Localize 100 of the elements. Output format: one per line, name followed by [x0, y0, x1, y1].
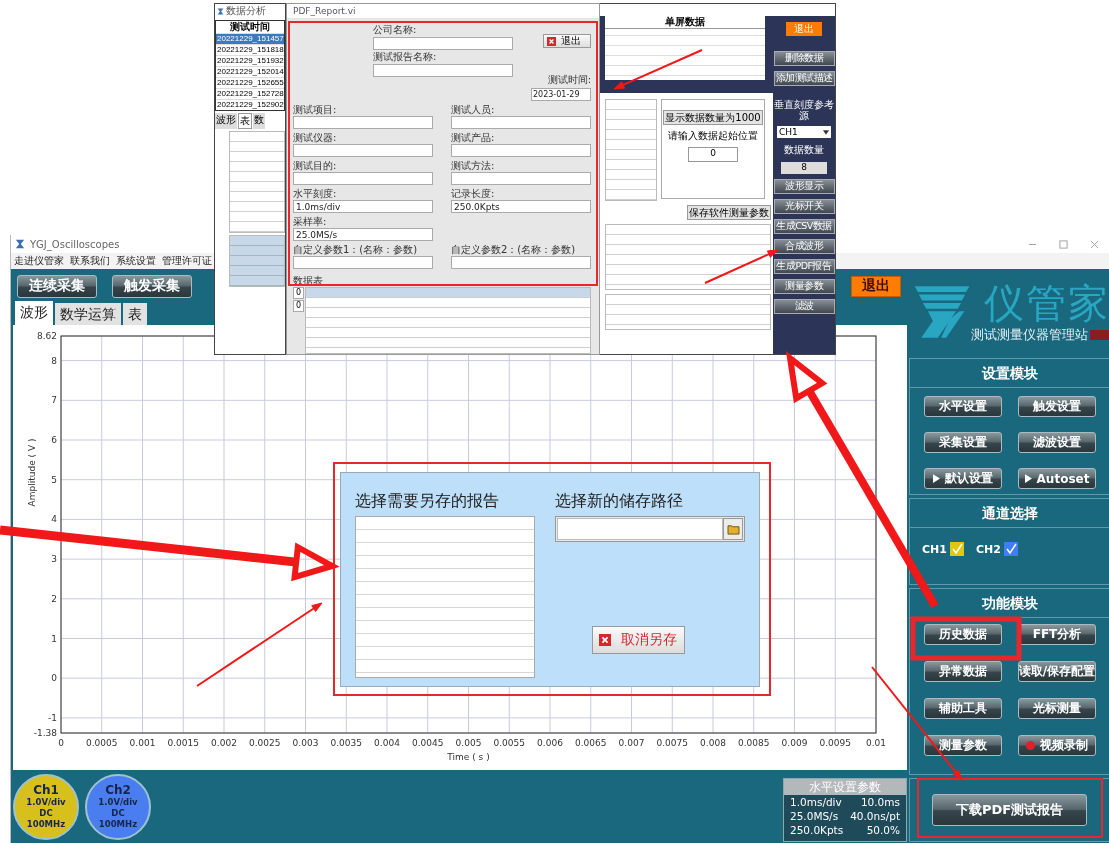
- panel-button[interactable]: 异常数据: [924, 661, 1002, 682]
- toolbar-button[interactable]: 连续采集: [17, 274, 97, 298]
- field-label: 记录长度:: [451, 188, 496, 200]
- list-item[interactable]: 20221229_151818: [216, 45, 284, 55]
- number-field[interactable]: 0: [688, 147, 738, 162]
- side-button[interactable]: 测量参数: [773, 279, 835, 294]
- tab[interactable]: 数学运算: [55, 303, 121, 325]
- list-item[interactable]: 20221229_152728: [216, 89, 284, 99]
- panel-button[interactable]: 光标测量: [1018, 698, 1096, 719]
- input-field[interactable]: [451, 144, 591, 157]
- tab[interactable]: 表: [123, 303, 147, 325]
- path-field[interactable]: [555, 516, 745, 542]
- app-icon: [15, 239, 25, 249]
- y-tick-label: 1: [51, 633, 57, 644]
- input-field[interactable]: [293, 172, 433, 185]
- cancel-button[interactable]: 取消另存: [592, 626, 685, 654]
- display-count-button[interactable]: 显示数据数量为1000: [663, 110, 763, 125]
- y-tick-label: 3: [51, 554, 57, 565]
- input-field[interactable]: [451, 116, 591, 129]
- index-field[interactable]: 0: [293, 300, 304, 312]
- panel-button[interactable]: Autoset: [1018, 468, 1096, 489]
- field-label: 数据数量: [784, 143, 824, 157]
- list-item[interactable]: 20221229_151932: [216, 56, 284, 66]
- field-label: 自定义参数1：(名称：参数): [293, 244, 419, 256]
- input-field[interactable]: [293, 256, 433, 269]
- section-title: 通道选择: [910, 499, 1109, 528]
- y-tick-label: 2: [51, 593, 57, 604]
- side-button[interactable]: 滤波: [773, 299, 835, 314]
- exit-button[interactable]: 退出: [543, 34, 591, 48]
- channel-checkbox[interactable]: CH1: [922, 542, 964, 556]
- panel-button[interactable]: 视频录制: [1018, 735, 1096, 756]
- list-item[interactable]: 20221229_152902: [216, 100, 284, 110]
- panel-button[interactable]: 历史数据: [924, 624, 1002, 645]
- date-field[interactable]: 2023-01-29: [531, 88, 591, 101]
- download-report-button[interactable]: 下载PDF测试报告: [932, 794, 1087, 826]
- checkbox-icon[interactable]: [1003, 542, 1018, 556]
- input-field[interactable]: [293, 116, 433, 129]
- y-tick-label: 8.62: [36, 331, 57, 341]
- input-field[interactable]: 25.0MS/s: [293, 228, 433, 241]
- input-field[interactable]: [373, 64, 513, 77]
- x-tick-label: 0.01: [866, 738, 886, 748]
- dropdown[interactable]: CH1: [777, 126, 831, 138]
- panel-button[interactable]: 辅助工具: [924, 698, 1002, 719]
- close-icon[interactable]: [1090, 239, 1099, 249]
- x-tick-label: 0.004: [374, 738, 400, 748]
- maximize-icon[interactable]: [1059, 239, 1068, 249]
- side-button[interactable]: 添加测试描述: [773, 71, 835, 86]
- report-list[interactable]: [355, 516, 535, 678]
- side-button[interactable]: 光标开关: [773, 199, 835, 214]
- panel-button[interactable]: 测量参数: [924, 735, 1002, 756]
- x-tick-label: 0.0045: [412, 738, 444, 748]
- x-tick-label: 0: [58, 738, 64, 748]
- side-button[interactable]: 生成CSV数据: [773, 219, 835, 234]
- input-field[interactable]: 250.0Kpts: [451, 200, 591, 213]
- exit-button[interactable]: 退出: [851, 275, 901, 297]
- input-field[interactable]: [373, 37, 513, 50]
- x-tick-label: 0.0065: [575, 738, 607, 748]
- panel-button[interactable]: 水平设置: [924, 396, 1002, 417]
- list-item[interactable]: 20221229_152655: [216, 78, 284, 88]
- app-icon: [217, 7, 224, 15]
- input-field[interactable]: [451, 172, 591, 185]
- browse-button[interactable]: [723, 518, 743, 540]
- channel-checkbox[interactable]: CH2: [975, 542, 1018, 556]
- index-field[interactable]: 0: [293, 287, 304, 299]
- window-title: YGJ_Oscilloscopes: [30, 238, 120, 250]
- field-label: 水平刻度:: [293, 188, 338, 200]
- panel-button[interactable]: 触发设置: [1018, 396, 1096, 417]
- side-button[interactable]: 波形显示: [773, 179, 835, 194]
- side-button[interactable]: 合成波形: [773, 239, 835, 254]
- x-tick-label: 0.0075: [656, 738, 688, 748]
- list-item[interactable]: 20221229_152014: [216, 67, 284, 77]
- input-field[interactable]: [451, 256, 591, 269]
- reports-label: 选择需要另存的报告: [355, 491, 500, 512]
- param-value: 10.0ms: [860, 794, 900, 809]
- list-item[interactable]: 20221229_151457: [216, 34, 284, 44]
- menu-item[interactable]: 走进仪管家: [14, 254, 64, 268]
- save-params-button[interactable]: 保存软件测量参数: [687, 205, 771, 220]
- y-tick-label: 0: [51, 673, 57, 684]
- checkbox-icon[interactable]: [949, 542, 964, 556]
- toolbar-button[interactable]: 触发采集: [112, 274, 192, 298]
- input-field[interactable]: 1.0ms/div: [293, 200, 433, 213]
- tab[interactable]: 波形: [215, 113, 237, 129]
- side-button[interactable]: 删除数据: [773, 51, 835, 66]
- panel-button[interactable]: 默认设置: [924, 468, 1002, 489]
- panel-button[interactable]: 采集设置: [924, 432, 1002, 453]
- side-button[interactable]: 生成PDF报告: [773, 259, 835, 274]
- field-label: 测试报告名称:: [373, 51, 438, 63]
- x-tick-label: 0.0055: [493, 738, 525, 748]
- menu-item[interactable]: 管理许可证: [162, 254, 212, 268]
- input-field[interactable]: [293, 144, 433, 157]
- field-label: 请输入数据起始位置: [668, 129, 758, 143]
- x-tick-label: 0.005: [455, 738, 482, 748]
- tab[interactable]: 波形: [15, 301, 53, 325]
- menu-item[interactable]: 联系我们: [70, 254, 110, 268]
- panel-button[interactable]: 读取/保存配置: [1018, 661, 1096, 682]
- menu-item[interactable]: 系统设置: [116, 254, 156, 268]
- tab[interactable]: 数: [253, 113, 265, 129]
- tab[interactable]: 表: [238, 113, 252, 129]
- list-header: 测试时间: [229, 21, 271, 33]
- panel-button[interactable]: 滤波设置: [1018, 432, 1096, 453]
